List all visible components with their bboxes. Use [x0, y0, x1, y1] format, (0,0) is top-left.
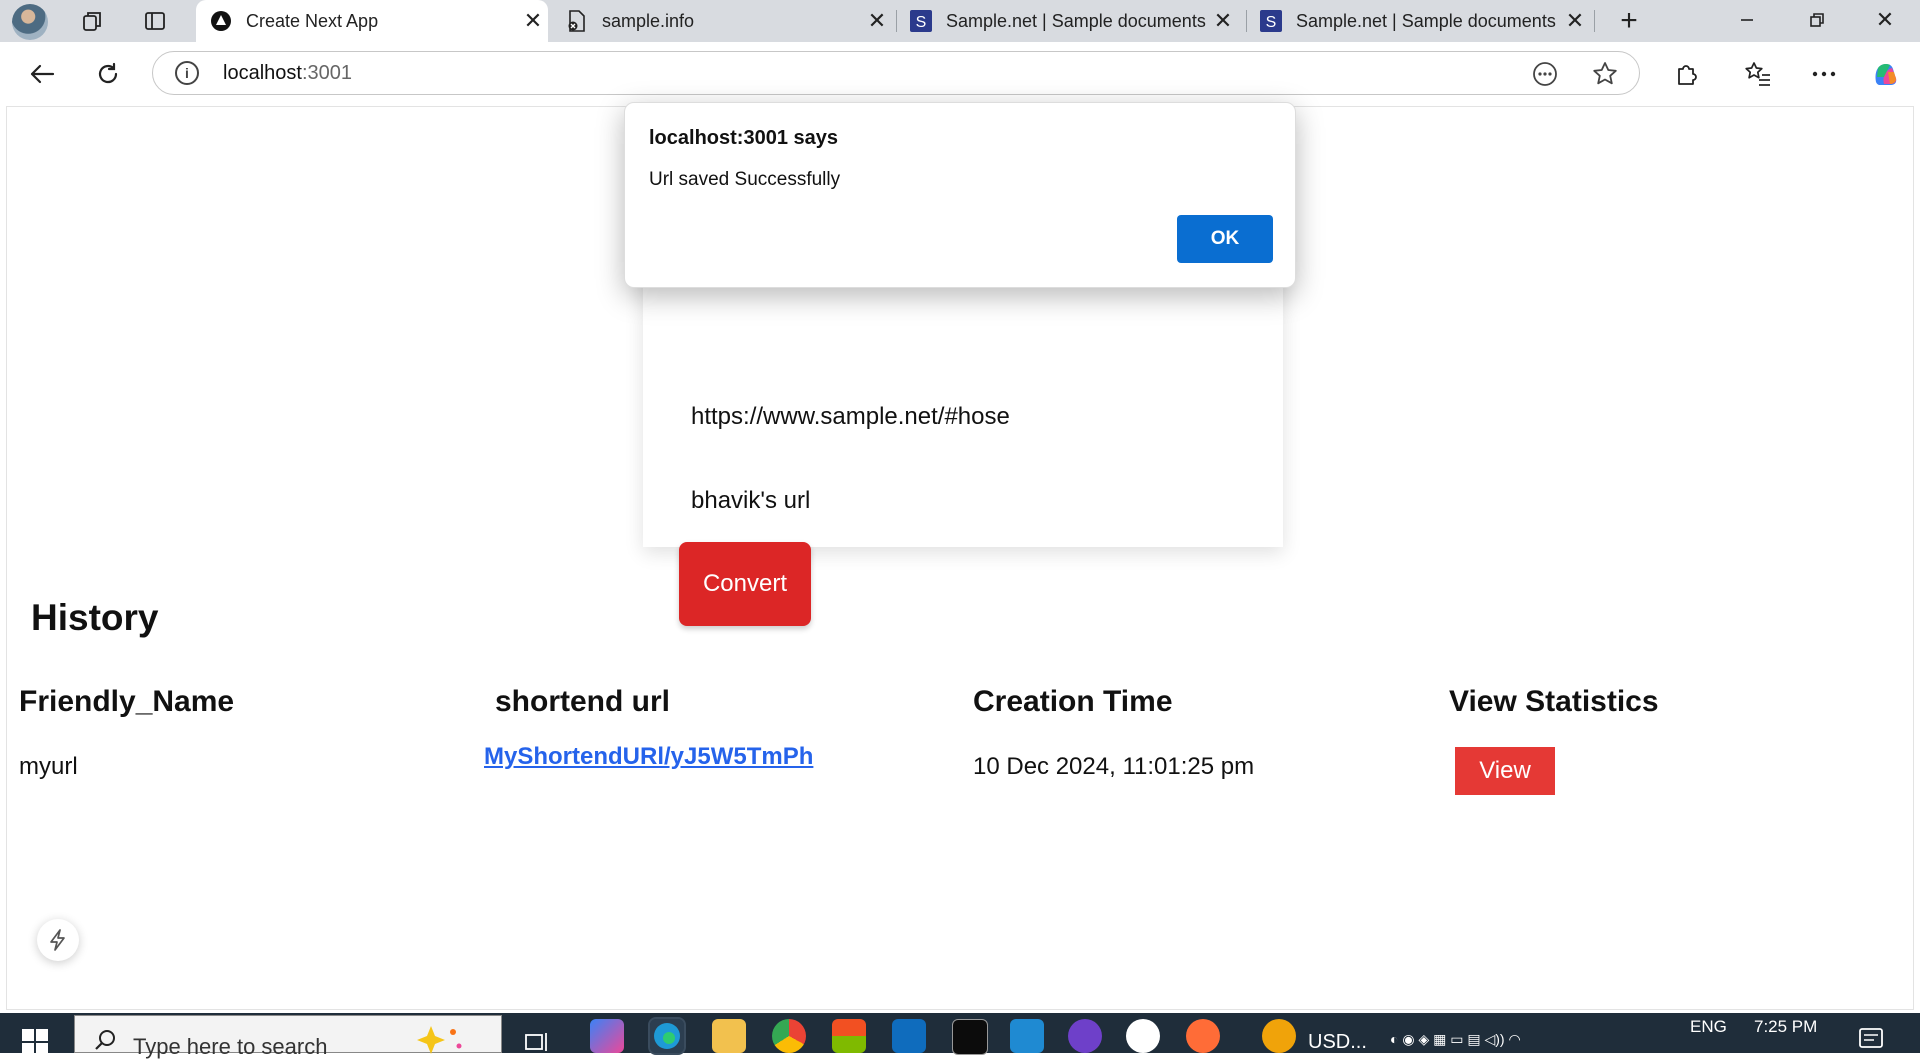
history-heading: History [31, 597, 159, 638]
windows-taskbar: Type here to search USD... ◐ ◉ ◈ ▦ ▭ ▤ ◁… [0, 1013, 1920, 1059]
favorites-list-icon[interactable] [1738, 54, 1778, 94]
tab-title: sample.info [602, 10, 695, 31]
tab-title: Create Next App [246, 10, 379, 31]
mongodb-compass-icon[interactable] [1126, 1019, 1160, 1053]
close-window-icon[interactable]: ✕ [1850, 0, 1920, 40]
new-tab-plus-icon[interactable]: + [1612, 4, 1646, 37]
restore-icon[interactable] [1782, 0, 1852, 40]
friendly-name-input[interactable]: bhavik's url [691, 487, 810, 515]
tab-title: Sample.net | Sample documents [946, 10, 1206, 31]
tab-close-icon[interactable]: ✕ [518, 8, 548, 34]
alert-dialog: localhost:3001 says Url saved Successful… [624, 102, 1296, 288]
tab-sample-info[interactable]: sample.info ✕ [552, 0, 892, 42]
more-options-circle-icon[interactable] [1531, 60, 1559, 88]
copilot-app-icon[interactable] [590, 1019, 624, 1053]
windows-start-icon[interactable] [22, 1029, 48, 1055]
chrome-app-icon[interactable] [772, 1019, 806, 1053]
task-view-icon[interactable] [524, 1029, 552, 1058]
url-input[interactable]: https://www.sample.net/#hose [691, 403, 1010, 431]
taskbar-search[interactable]: Type here to search [74, 1015, 502, 1059]
short-url-link[interactable]: MyShortendURl/yJ5W5TmPh [484, 743, 813, 771]
sample-s-favicon-icon: S [910, 10, 932, 32]
outlook-app-icon[interactable] [892, 1019, 926, 1053]
microsoft-store-icon[interactable] [832, 1019, 866, 1053]
tab-sample-net-2[interactable]: S Sample.net | Sample documents ✕ [1246, 0, 1590, 42]
address-port: :3001 [301, 62, 352, 84]
tab-strip: Create Next App ✕ sample.info ✕ S Sample… [0, 0, 1920, 42]
address-host: localhost [223, 62, 302, 84]
convert-button[interactable]: Convert [679, 542, 811, 626]
column-header-short-url: shortend url [495, 685, 671, 718]
nextjs-favicon-icon [210, 10, 232, 32]
edge-app-icon[interactable] [648, 1017, 686, 1055]
next-dev-tools-lightning-icon[interactable] [37, 919, 79, 961]
tab-close-icon[interactable]: ✕ [1208, 8, 1238, 34]
tab-close-icon[interactable]: ✕ [862, 8, 892, 34]
view-statistics-button[interactable]: View [1455, 747, 1555, 795]
settings-more-icon[interactable] [1804, 54, 1844, 94]
cell-creation-time: 10 Dec 2024, 11:01:25 pm [973, 753, 1255, 780]
sample-s-favicon-icon: S [1260, 10, 1282, 32]
workspaces-icon[interactable] [76, 6, 110, 36]
browser-toolbar: i localhost:3001 [0, 42, 1920, 104]
profile-avatar[interactable] [12, 4, 48, 40]
address-text[interactable]: localhost:3001 [223, 62, 352, 85]
usd-coins-icon[interactable] [1262, 1019, 1296, 1053]
tab-sample-net-1[interactable]: S Sample.net | Sample documents ✕ [896, 0, 1238, 42]
postman-app-icon[interactable] [1186, 1019, 1220, 1053]
language-indicator[interactable]: ENG [1690, 1017, 1727, 1037]
dialog-message: Url saved Successfully [649, 169, 841, 190]
column-header-creation-time: Creation Time [973, 685, 1173, 718]
svg-text:S: S [916, 14, 927, 31]
extensions-puzzle-icon[interactable] [1666, 54, 1706, 94]
cell-friendly-name: myurl [19, 753, 78, 780]
sparkle-icon [401, 1024, 471, 1059]
tray-icons[interactable]: ◐ ◉ ◈ ▦ ▭ ▤ ◁)) ◠ [1390, 1031, 1521, 1048]
tab-title: Sample.net | Sample documents [1296, 10, 1556, 31]
refresh-icon[interactable] [88, 54, 128, 94]
column-header-view-statistics: View Statistics [1449, 685, 1659, 718]
github-desktop-icon[interactable] [1068, 1019, 1102, 1053]
favorite-star-icon[interactable] [1591, 60, 1619, 88]
back-arrow-icon[interactable] [22, 54, 62, 94]
terminal-app-icon[interactable] [952, 1019, 988, 1055]
search-placeholder: Type here to search [133, 1034, 328, 1059]
notifications-icon[interactable] [1858, 1027, 1884, 1056]
document-error-favicon-icon [566, 10, 588, 32]
clock-time[interactable]: 7:25 PM [1754, 1017, 1817, 1037]
taskbar-app-label: USD... [1308, 1031, 1367, 1053]
file-explorer-icon[interactable] [712, 1019, 746, 1053]
copilot-icon[interactable] [1866, 54, 1906, 94]
site-info-icon[interactable]: i [175, 61, 199, 85]
tab-create-next-app[interactable]: Create Next App ✕ [196, 0, 548, 42]
minimize-icon[interactable] [1712, 0, 1782, 40]
tab-close-icon[interactable]: ✕ [1560, 8, 1590, 34]
svg-text:S: S [1266, 14, 1277, 31]
column-header-friendly-name: Friendly_Name [19, 685, 235, 718]
ok-button[interactable]: OK [1177, 215, 1273, 263]
tab-actions-icon[interactable] [138, 6, 172, 36]
address-bar[interactable]: i localhost:3001 [152, 51, 1640, 95]
tab-separator [1594, 10, 1595, 32]
dialog-title: localhost:3001 says [649, 127, 838, 149]
vscode-app-icon[interactable] [1010, 1019, 1044, 1053]
